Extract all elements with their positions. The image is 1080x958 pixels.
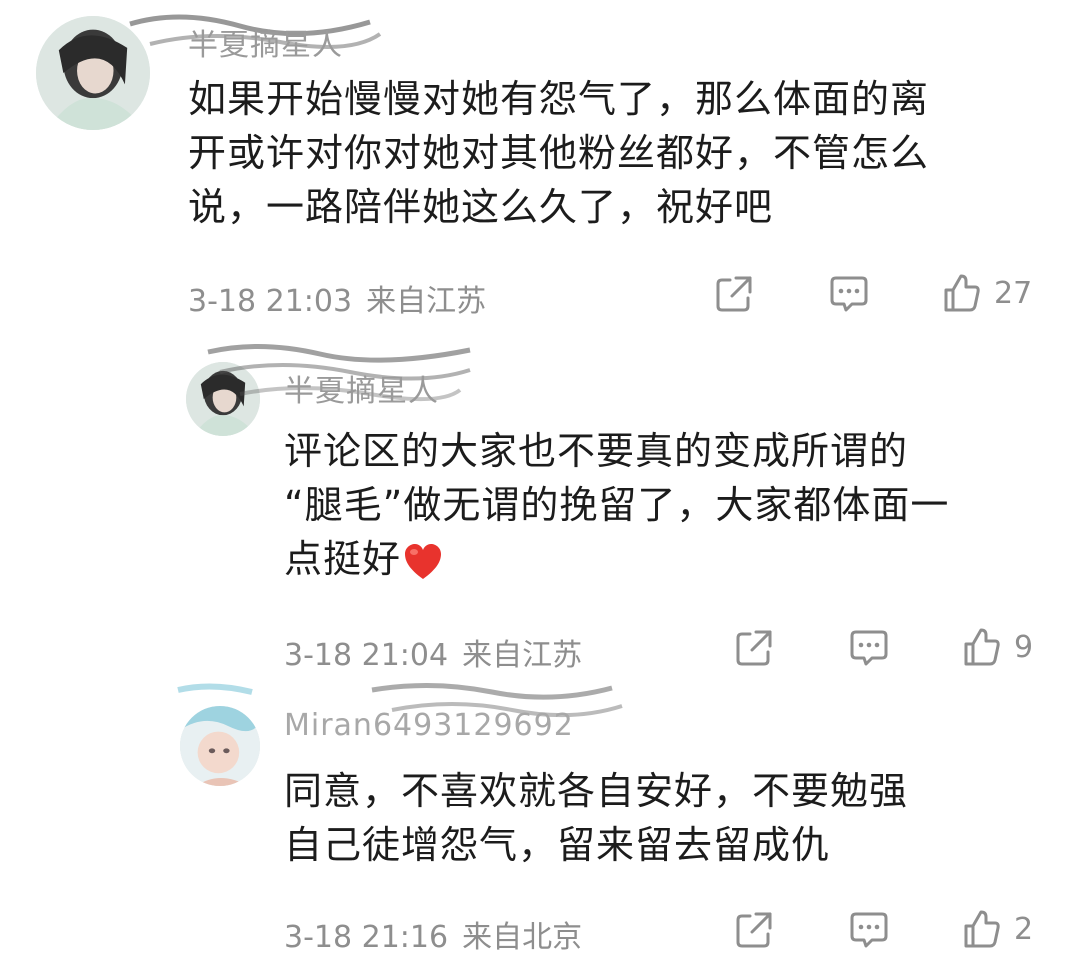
comment-line-text: 点挺好 bbox=[284, 537, 402, 581]
share-icon bbox=[736, 630, 772, 666]
location: 来自江苏 bbox=[462, 638, 583, 673]
thumbs-up-icon bbox=[944, 274, 980, 312]
username[interactable]: Miran6493129692 bbox=[284, 708, 574, 743]
comment-icon bbox=[850, 912, 888, 948]
avatar[interactable] bbox=[186, 362, 260, 436]
comment-meta: 3-18 21:03 来自江苏 bbox=[188, 276, 486, 320]
comment-text: 同意，不喜欢就各自安好，不要勉强 自己徒增怨气，留来留去留成仇 bbox=[284, 764, 908, 872]
like-button[interactable]: 2 bbox=[962, 908, 1033, 950]
timestamp: 3-18 21:04 bbox=[284, 638, 449, 673]
avatar[interactable] bbox=[180, 706, 260, 786]
comment-meta: 3-18 21:16 来自北京 bbox=[284, 912, 582, 956]
comment-meta: 3-18 21:04 来自江苏 bbox=[284, 630, 582, 674]
comment-line: 如果开始慢慢对她有怨气了，那么体面的离 bbox=[188, 77, 930, 121]
username[interactable]: 半夏摘星人 bbox=[284, 366, 439, 410]
thumbs-up-icon bbox=[964, 628, 1000, 666]
comment-line: 说，一路陪伴她这么久了，祝好吧 bbox=[188, 185, 774, 229]
timestamp: 3-18 21:16 bbox=[284, 920, 449, 955]
avatar-image bbox=[186, 362, 260, 436]
like-count: 2 bbox=[1014, 911, 1034, 947]
like-button[interactable]: 27 bbox=[942, 272, 1032, 314]
share-button[interactable] bbox=[734, 910, 774, 950]
timestamp: 3-18 21:03 bbox=[188, 284, 353, 319]
comment-line: 开或许对你对她对其他粉丝都好，不管怎么 bbox=[188, 131, 930, 175]
share-icon bbox=[736, 912, 772, 948]
comment-line: 点挺好 bbox=[284, 532, 949, 586]
share-button[interactable] bbox=[734, 628, 774, 668]
red-heart-emoji bbox=[405, 543, 442, 579]
comment-icon bbox=[830, 276, 868, 312]
comment-line: “腿毛”做无谓的挽留了，大家都体面一 bbox=[284, 483, 950, 527]
like-count: 27 bbox=[994, 275, 1033, 311]
location: 来自北京 bbox=[462, 920, 583, 955]
location: 来自江苏 bbox=[366, 284, 487, 319]
thumbs-up-icon bbox=[964, 910, 1000, 948]
comment-line: 同意，不喜欢就各自安好，不要勉强 bbox=[284, 769, 909, 813]
comment-button[interactable] bbox=[848, 628, 890, 668]
comment-icon bbox=[850, 630, 888, 666]
comment-line: 自己徒增怨气，留来留去留成仇 bbox=[284, 823, 831, 867]
avatar-image bbox=[36, 16, 150, 130]
comment-button[interactable] bbox=[848, 910, 890, 950]
comment-text: 评论区的大家也不要真的变成所谓的 “腿毛”做无谓的挽留了，大家都体面一 点挺好 bbox=[284, 424, 949, 586]
username[interactable]: 半夏摘星人 bbox=[188, 20, 343, 64]
avatar-image bbox=[180, 706, 260, 786]
comment-line: 评论区的大家也不要真的变成所谓的 bbox=[284, 429, 909, 473]
like-count: 9 bbox=[1014, 629, 1034, 665]
comment-button[interactable] bbox=[828, 274, 870, 314]
like-button[interactable]: 9 bbox=[962, 626, 1033, 668]
comment-text: 如果开始慢慢对她有怨气了，那么体面的离 开或许对你对她对其他粉丝都好，不管怎么 … bbox=[188, 72, 929, 234]
avatar[interactable] bbox=[36, 16, 150, 130]
share-button[interactable] bbox=[714, 274, 754, 314]
share-icon bbox=[716, 276, 752, 312]
